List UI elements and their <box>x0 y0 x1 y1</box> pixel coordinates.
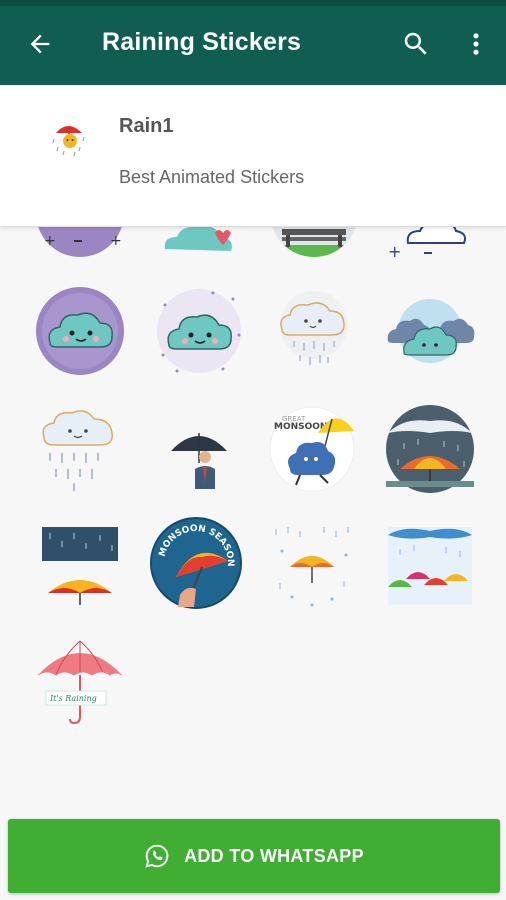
bottom-bar: ADD TO WHATSAPP <box>0 816 506 900</box>
back-button[interactable] <box>22 26 58 62</box>
app-bar: Raining Stickers <box>0 6 506 85</box>
page-title: Raining Stickers <box>102 28 302 56</box>
svg-text:+: + <box>44 233 56 249</box>
sticker-great-monsoon[interactable]: GREAT MONSOON <box>268 403 360 495</box>
sticker-monsoon-season[interactable]: MONSOON SEASON <box>150 517 242 609</box>
sticker-rain-sky-umbrella[interactable] <box>34 521 126 613</box>
sticker-cloud-purple-circle[interactable] <box>34 285 126 377</box>
search-button[interactable] <box>398 26 434 62</box>
svg-text:MONSOON: MONSOON <box>274 422 327 432</box>
sticker-cloud-plus-minus-partial[interactable]: + <box>384 227 476 259</box>
add-to-whatsapp-button[interactable]: ADD TO WHATSAPP <box>8 819 500 893</box>
pack-tray-icon <box>52 126 85 157</box>
add-to-whatsapp-label: ADD TO WHATSAPP <box>184 845 364 866</box>
pack-header: Rain1 Best Animated Stickers <box>0 85 506 227</box>
sticker-cloud-sparkles[interactable] <box>153 285 245 377</box>
sticker-its-raining[interactable]: It's Raining <box>34 637 126 729</box>
svg-text:It's Raining: It's Raining <box>49 694 97 703</box>
svg-text:+: + <box>388 242 401 259</box>
sticker-grid: + + + GREAT MONSOON MONSOON SEASON It's … <box>0 227 506 817</box>
arrow-left-icon <box>30 34 50 54</box>
sticker-three-clouds[interactable] <box>384 285 476 377</box>
sticker-man-umbrella[interactable] <box>153 403 245 495</box>
more-options-button[interactable] <box>458 26 494 62</box>
sticker-cloud-raining[interactable] <box>268 285 360 377</box>
sticker-cloud-heart-partial[interactable] <box>155 227 247 259</box>
whatsapp-icon <box>145 844 169 868</box>
svg-text:+: + <box>110 233 122 249</box>
pack-publisher: Best Animated Stickers <box>119 167 305 187</box>
sticker-umbrella-rain-circle[interactable] <box>384 403 476 495</box>
sticker-cloud-raindrops[interactable] <box>34 403 126 495</box>
pack-name: Rain1 <box>119 115 174 137</box>
sticker-park-bench-partial[interactable] <box>268 227 360 259</box>
sticker-colorful-umbrellas[interactable] <box>384 521 476 613</box>
sticker-cloud-purple-circle-partial[interactable]: + + <box>34 227 126 259</box>
more-vertical-icon <box>473 33 479 55</box>
sticker-umbrella-raindrops[interactable] <box>268 521 360 613</box>
search-icon <box>404 32 427 55</box>
